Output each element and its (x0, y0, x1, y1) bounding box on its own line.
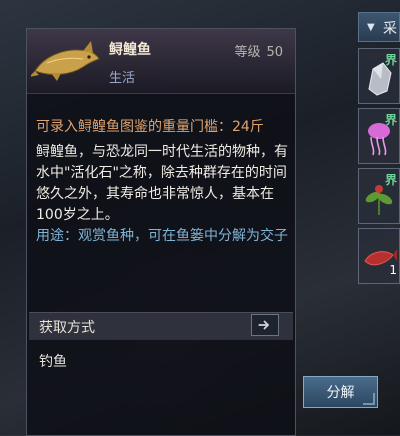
plant-icon (365, 185, 393, 215)
triangle-down-icon: ▼ (367, 22, 375, 33)
acquire-section-header: 获取方式 (29, 312, 293, 340)
weight-threshold-text: 可录入鲟鳇鱼图鉴的重量门槛：24斤 (36, 119, 264, 135)
tooltip-header: 鲟鳇鱼 生活 等级 50 (27, 29, 295, 94)
crystal-icon (368, 62, 392, 96)
jellyfish-icon (368, 123, 390, 156)
item-usage: 用途：观赏鱼种，可在鱼篓中分解为交子 (36, 228, 288, 244)
decompose-button-label: 分解 (326, 385, 355, 401)
inventory-slot[interactable]: 界 (358, 108, 400, 164)
item-tooltip: 鲟鳇鱼 生活 等级 50 可录入鲟鳇鱼图鉴的重量门槛：24斤 鲟鳇鱼，与恐龙同一时… (26, 28, 296, 436)
corner-decoration (363, 393, 375, 405)
inventory-slot[interactable]: 界 (358, 168, 400, 224)
decompose-button[interactable]: 分解 (303, 376, 378, 408)
item-level: 等级 50 (234, 41, 283, 60)
acquire-title: 获取方式 (39, 320, 95, 336)
level-label: 等级 (234, 45, 261, 60)
acquire-goto-button[interactable] (251, 314, 279, 336)
inventory-slot[interactable]: 界 (358, 48, 400, 104)
slot-count: 1 (389, 263, 397, 277)
item-category: 生活 (109, 71, 136, 86)
tooltip-body: 可录入鲟鳇鱼图鉴的重量门槛：24斤 鲟鳇鱼，与恐龙同一时代生活的物种，有水中"活… (36, 117, 288, 247)
category-tab[interactable]: ▼ 采 (358, 12, 400, 42)
arrow-right-icon (258, 320, 270, 330)
category-tab-label: 采 (383, 21, 397, 37)
item-description: 鲟鳇鱼，与恐龙同一时代生活的物种，有水中"活化石"之称，除去种群存在的时间悠久之… (36, 144, 288, 223)
acquire-method: 钓鱼 (39, 354, 67, 370)
sturgeon-fish-icon (31, 41, 100, 81)
inventory-slot[interactable]: 1 (358, 228, 400, 284)
item-name: 鲟鳇鱼 (109, 42, 151, 58)
level-value: 50 (266, 45, 283, 60)
